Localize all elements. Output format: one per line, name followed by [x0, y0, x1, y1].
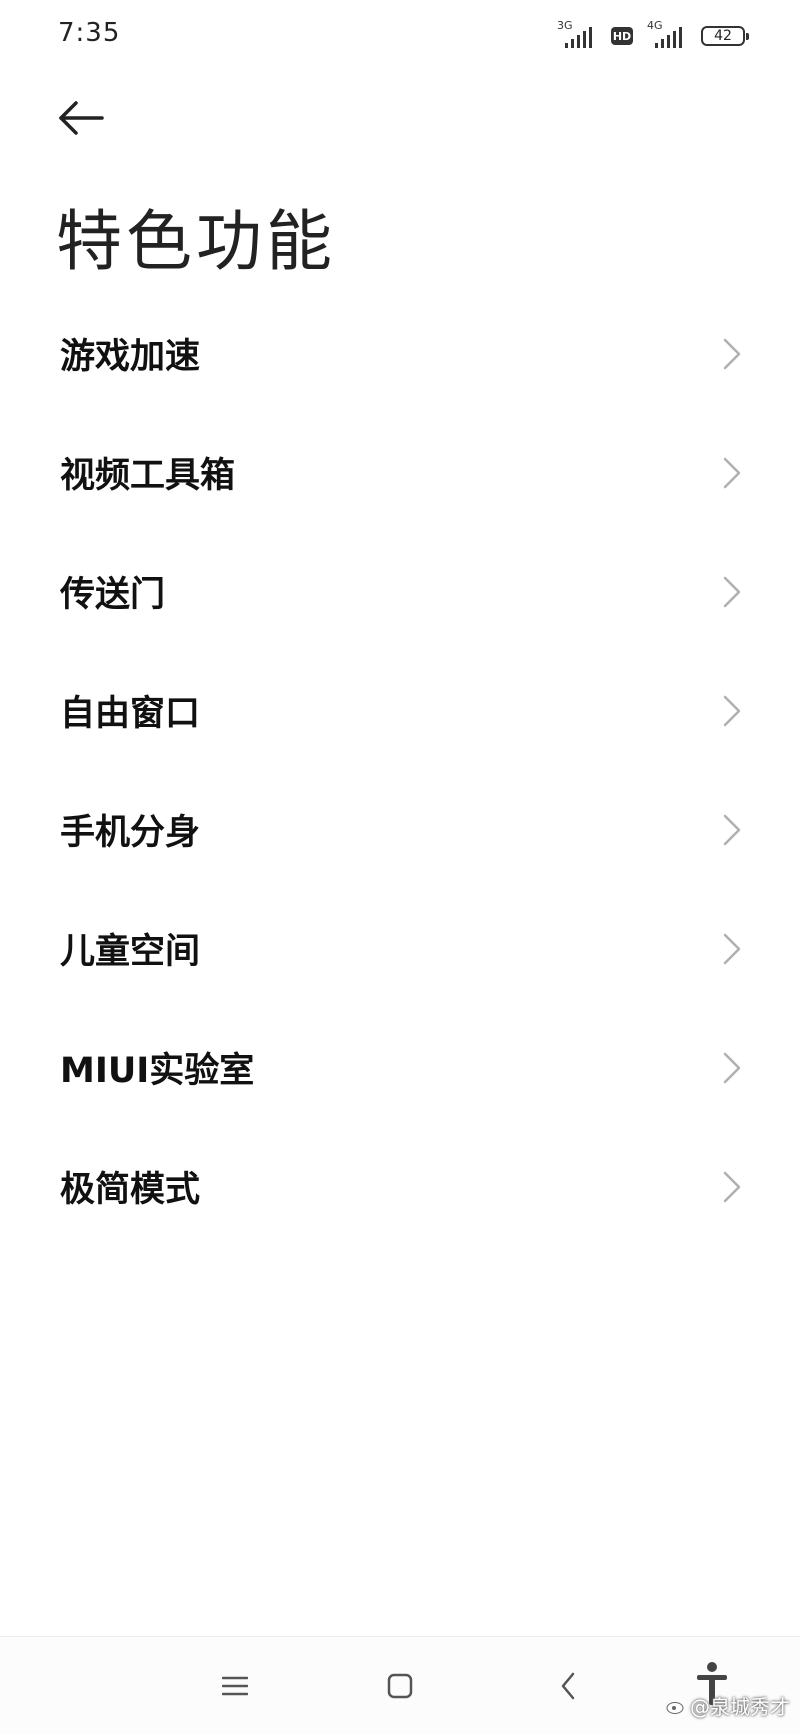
back-button[interactable]	[58, 90, 114, 146]
list-item-label: 视频工具箱	[60, 456, 236, 496]
home-button[interactable]	[360, 1637, 440, 1734]
home-square-icon	[387, 1673, 413, 1698]
chevron-right-icon	[723, 457, 741, 488]
chevron-right-icon	[723, 1052, 741, 1083]
watermark-text: @泉城秀才	[690, 1695, 790, 1719]
list-item-label: 极简模式	[60, 1170, 201, 1210]
list-item-second-space[interactable]: 手机分身	[0, 770, 800, 889]
list-item-kids-space[interactable]: 儿童空间	[0, 889, 800, 1008]
menu-icon	[222, 1676, 248, 1695]
navigation-bar: @泉城秀才	[0, 1636, 800, 1734]
list-item-game-turbo[interactable]: 游戏加速	[0, 294, 800, 413]
list-item-label: 手机分身	[60, 813, 201, 853]
list-item-label: 自由窗口	[60, 694, 201, 734]
chevron-right-icon	[723, 576, 741, 607]
status-time: 7:35	[58, 18, 121, 48]
recent-apps-button[interactable]	[195, 1637, 275, 1734]
list-item-portal[interactable]: 传送门	[0, 532, 800, 651]
cell-signal-4g-icon: 4G	[647, 19, 687, 51]
hd-voice-icon: HD	[611, 27, 633, 45]
chevron-right-icon	[723, 338, 741, 369]
list-item-label: 游戏加速	[60, 337, 201, 377]
cell-signal-3g-icon: 3G	[557, 19, 597, 51]
list-item-label: MIUI实验室	[60, 1051, 255, 1091]
list-item-floating-window[interactable]: 自由窗口	[0, 651, 800, 770]
feature-list: 游戏加速 视频工具箱 传送门 自由窗口 手机分身 儿童空间 MIUI实验室 极简…	[0, 294, 800, 1246]
nav-back-button[interactable]	[528, 1637, 608, 1734]
arrow-left-icon	[59, 101, 104, 135]
watermark: @泉城秀才	[666, 1691, 790, 1720]
battery-icon: 42	[701, 26, 749, 46]
chevron-right-icon	[723, 695, 741, 726]
battery-level: 42	[714, 28, 732, 44]
page-title: 特色功能	[56, 203, 336, 280]
list-item-simple-mode[interactable]: 极简模式	[0, 1127, 800, 1246]
status-bar: 7:35 3G HD 4G 42	[0, 0, 800, 72]
chevron-right-icon	[723, 1171, 741, 1202]
list-item-video-toolbox[interactable]: 视频工具箱	[0, 413, 800, 532]
list-item-miui-lab[interactable]: MIUI实验室	[0, 1008, 800, 1127]
list-item-label: 儿童空间	[60, 932, 201, 972]
list-item-label: 传送门	[60, 575, 166, 615]
status-icons: 3G HD 4G 42	[557, 19, 749, 52]
chevron-right-icon	[723, 933, 741, 964]
back-chevron-icon	[561, 1672, 575, 1699]
weibo-logo-icon	[666, 1701, 684, 1714]
chevron-right-icon	[723, 814, 741, 845]
